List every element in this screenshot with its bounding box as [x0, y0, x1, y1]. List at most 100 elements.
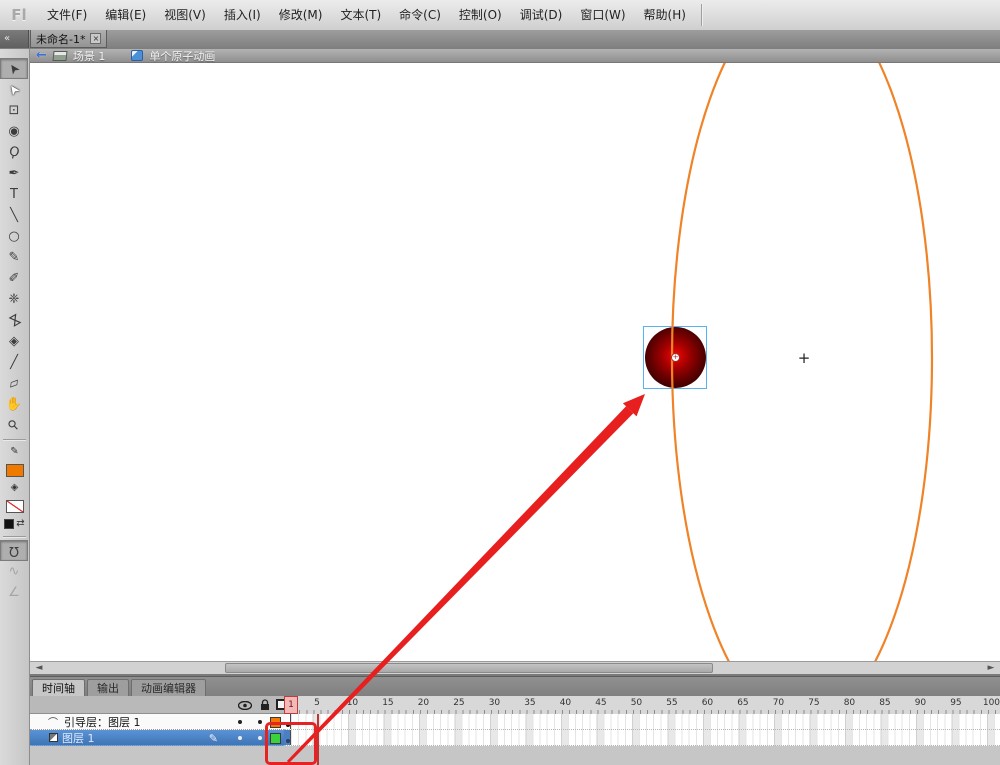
scroll-left-icon[interactable]: ◄ — [32, 662, 46, 674]
pencil-tool[interactable]: ✎ — [0, 247, 28, 268]
collapse-panel-button[interactable]: « — [0, 30, 29, 48]
ruler-frame-number: 10 — [346, 698, 359, 708]
subselection-tool[interactable]: ➤ — [0, 79, 28, 100]
keyframe-dot — [285, 739, 290, 743]
straighten-option-icon: ∠ — [8, 585, 20, 600]
bone-tool-icon: ⋈ — [4, 311, 24, 330]
text-tool[interactable]: T — [0, 184, 28, 205]
eyedropper-tool[interactable]: ╱ — [0, 352, 28, 373]
motion-guide-path[interactable] — [30, 63, 1000, 661]
ruler-frame-number: 65 — [737, 698, 749, 708]
layer-lock-dot[interactable] — [258, 720, 262, 724]
lasso-tool-icon: Ϙ — [7, 143, 21, 162]
layer-row-layer1[interactable]: 图层 1 ✎ — [30, 730, 284, 746]
document-tab-untitled[interactable]: 未命名-1* × — [30, 30, 108, 48]
eraser-tool[interactable]: ▱ — [0, 373, 28, 394]
show-hide-layers-icon[interactable] — [238, 701, 252, 710]
ruler-frame-number: 80 — [843, 698, 856, 708]
breadcrumb-scene[interactable]: 场景 1 — [73, 48, 106, 64]
3d-rotation-tool[interactable]: ◉ — [0, 121, 28, 142]
selection-tool-icon: ➤ — [4, 59, 24, 78]
layer-outline-swatch[interactable] — [270, 716, 281, 728]
menu-item[interactable]: 文件(F) — [38, 1, 96, 30]
flash-app-logo: Fl — [11, 6, 27, 24]
layer-name[interactable]: 图层 1 — [62, 730, 95, 746]
layer-visibility-dot[interactable] — [238, 720, 242, 724]
layer-outline-swatch[interactable] — [270, 732, 281, 744]
menu-item[interactable]: 帮助(H) — [635, 1, 695, 30]
ruler-frame-number: 30 — [488, 698, 501, 708]
paint-bucket-tool[interactable]: ◈ — [0, 331, 28, 352]
playhead[interactable]: 1 — [284, 696, 298, 714]
close-tab-icon[interactable]: × — [90, 33, 102, 44]
deco-tool-icon: ❈ — [8, 292, 20, 307]
timeline-body: 5 10 15 20 25 30 35 40 45 50 55 60 65 70 75 80 85 90 95 100… — [30, 696, 1000, 765]
scroll-right-icon[interactable]: ► — [984, 662, 998, 674]
black-white-colors-icon[interactable] — [4, 519, 15, 529]
breadcrumb-symbol[interactable]: 单个原子动画 — [149, 48, 215, 64]
menu-item[interactable]: 调试(D) — [511, 1, 572, 30]
timeline-tab-输出[interactable]: 输出 — [87, 679, 129, 697]
menu-separator — [700, 4, 702, 26]
menu-bar: Fl 文件(F) 编辑(E) 视图(V) 插入(I) 修改(M) 文本(T) 命令(C) 控制… — [0, 0, 1000, 31]
timeline-tab-动画编辑器[interactable]: 动画编辑器 — [131, 679, 206, 697]
timeline-ruler[interactable]: 5 10 15 20 25 30 35 40 45 50 55 60 65 70 75 80 85 90 95 100… — [284, 696, 1000, 714]
brush-tool-icon: ✐ — [8, 271, 20, 286]
selection-tool[interactable]: ➤ — [0, 58, 28, 79]
menu-item[interactable]: 修改(M) — [270, 1, 332, 30]
hand-tool[interactable]: ✋ — [0, 394, 28, 415]
ruler-frame-number: 85 — [879, 698, 891, 708]
fill-color-swatch-none[interactable] — [5, 499, 24, 513]
pen-tool-icon: ✒ — [8, 166, 20, 181]
lasso-tool[interactable]: Ϙ — [0, 142, 28, 163]
ruler-frame-number: 40 — [559, 698, 572, 708]
free-transform-tool[interactable]: ⊡ — [0, 100, 28, 121]
menu-item[interactable]: 文本(T) — [331, 1, 390, 30]
frames-layer1[interactable] — [284, 730, 1000, 746]
ruler-frame-number: 75 — [808, 698, 820, 708]
menu-item[interactable]: 控制(O) — [450, 1, 511, 30]
swap-colors-icon[interactable]: ⇄ — [16, 518, 24, 530]
pencil-tool-icon: ✎ — [8, 250, 20, 265]
transform-point[interactable]: + — [671, 353, 680, 362]
frames-guide-layer[interactable] — [284, 714, 1000, 730]
bone-tool[interactable]: ⋈ — [0, 310, 28, 331]
stroke-color-swatch[interactable] — [5, 463, 24, 477]
pen-tool[interactable]: ✒ — [0, 163, 28, 184]
stage-canvas[interactable]: + + — [30, 63, 1000, 661]
smooth-option[interactable]: ∿ — [0, 561, 28, 582]
stage-horizontal-scrollbar[interactable]: ◄ ► — [30, 661, 1000, 674]
free-transform-tool-icon: ⊡ — [8, 103, 20, 118]
lock-layers-icon[interactable] — [260, 699, 270, 711]
menu-item[interactable]: 窗口(W) — [571, 1, 634, 30]
ruler-frame-number: 45 — [595, 698, 607, 708]
snap-to-objects-option[interactable]: Ω — [0, 540, 28, 561]
deco-tool[interactable]: ❈ — [0, 289, 28, 310]
scrollbar-thumb[interactable] — [225, 663, 713, 673]
paint-bucket-tool-icon: ◈ — [9, 334, 19, 349]
guide-layer-icon: ⌒ — [48, 718, 58, 729]
ruler-frame-number: 50 — [630, 698, 643, 708]
layer-name[interactable]: 引导层：图层 1 — [64, 714, 141, 730]
brush-tool[interactable]: ✐ — [0, 268, 28, 289]
oval-tool[interactable]: ○ — [0, 226, 28, 247]
back-arrow-icon[interactable]: ← — [36, 49, 47, 62]
symbol-icon — [131, 50, 144, 61]
line-tool[interactable]: ╲ — [0, 205, 28, 226]
straighten-option[interactable]: ∠ — [0, 582, 28, 603]
keyframe-1[interactable] — [284, 714, 291, 729]
timeline-tab-时间轴[interactable]: 时间轴 — [32, 679, 85, 697]
editing-pencil-icon: ✎ — [208, 731, 218, 745]
layer-row-guide[interactable]: ⌒ 引导层：图层 1 — [30, 714, 284, 730]
menu-item[interactable]: 插入(I) — [215, 1, 270, 30]
keyframe-1-selected[interactable] — [284, 730, 291, 745]
layer-visibility-dot[interactable] — [238, 736, 242, 740]
layer-lock-dot[interactable] — [258, 736, 262, 740]
eraser-tool-icon: ▱ — [6, 374, 22, 393]
menu-item[interactable]: 编辑(E) — [96, 1, 155, 30]
menu-item[interactable]: 命令(C) — [390, 1, 450, 30]
tools-separator — [3, 536, 26, 537]
eyedropper-tool-icon: ╱ — [10, 355, 18, 370]
zoom-tool[interactable]: ⚲ — [0, 415, 28, 436]
menu-item[interactable]: 视图(V) — [155, 1, 215, 30]
